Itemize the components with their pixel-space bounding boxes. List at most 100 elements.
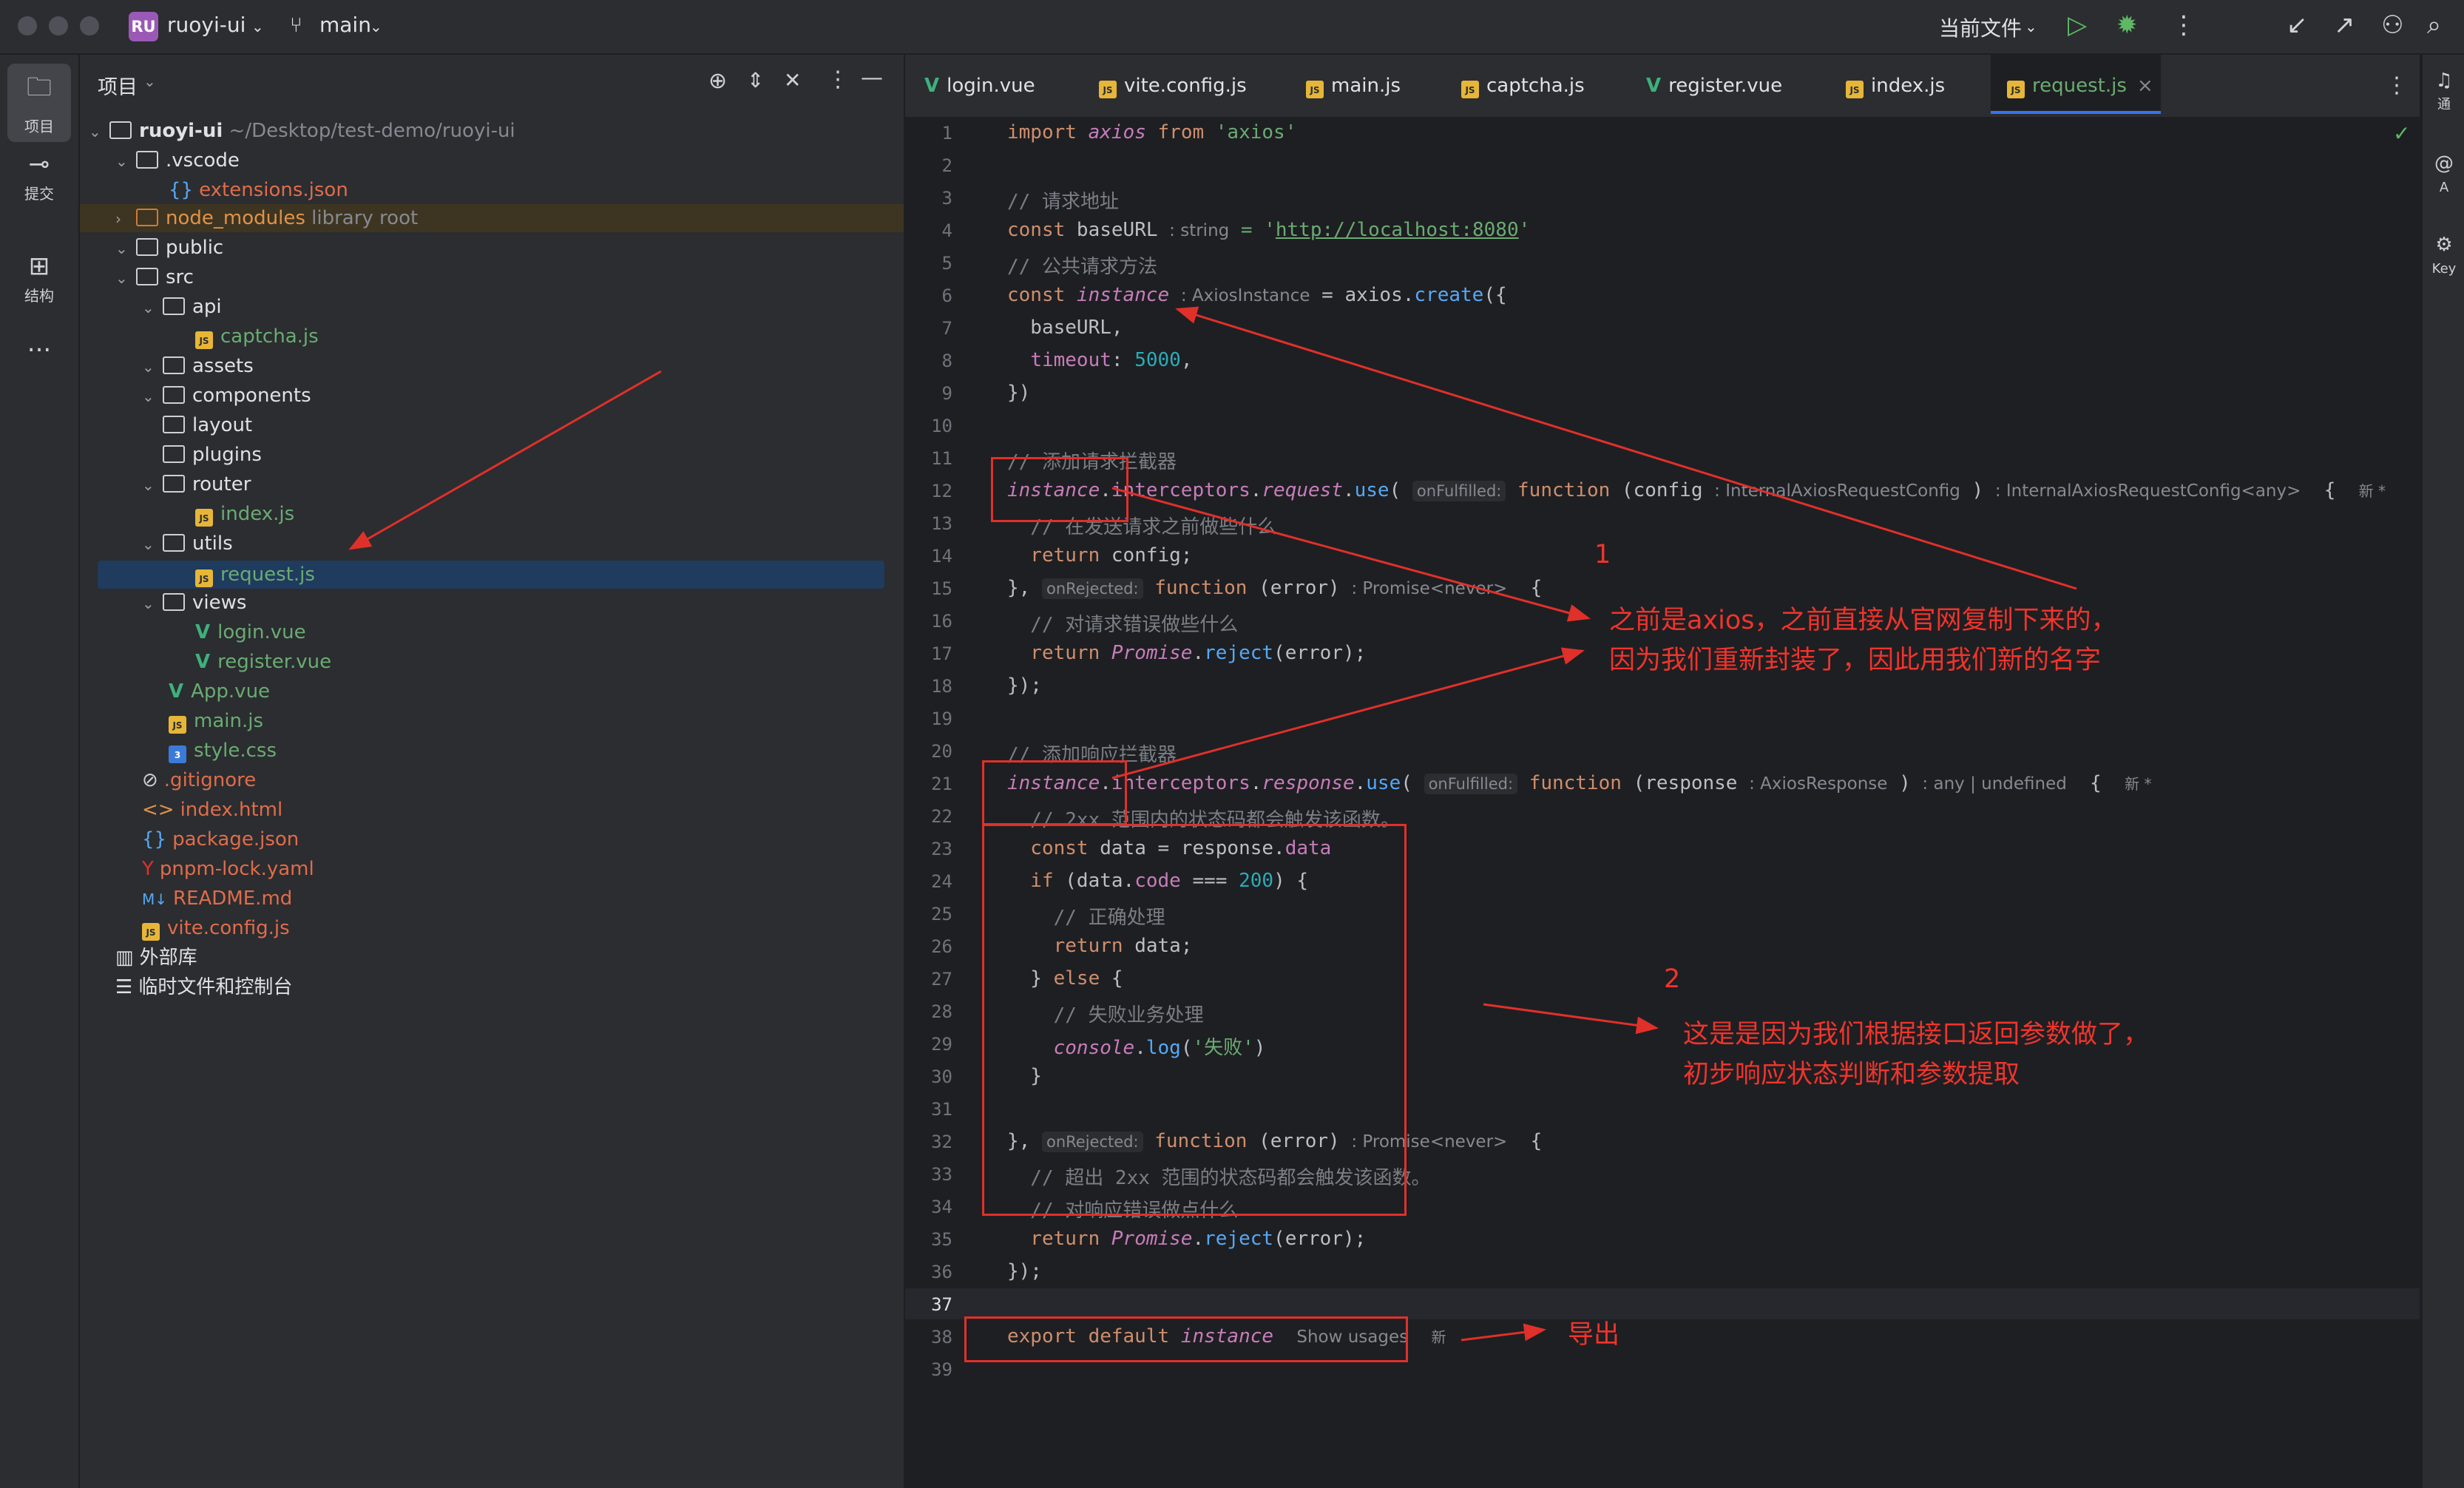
ai-assistant-tool-button[interactable]: @ A	[2423, 152, 2464, 197]
line-number: 8	[941, 351, 952, 371]
line-number: 6	[941, 285, 952, 306]
tree-item-captcha-js[interactable]: JS captcha.js	[195, 322, 319, 351]
chevron-down-icon[interactable]: ⌄	[142, 294, 163, 322]
branch-name[interactable]: main	[319, 13, 371, 37]
chevron-down-icon[interactable]: ⌄	[142, 471, 163, 499]
notifications-tool-button[interactable]: ♫ 通	[2423, 70, 2464, 114]
tab-login-vue[interactable]: Vlogin.vue	[924, 55, 1035, 117]
run-config-select[interactable]: 当前文件	[1939, 13, 2022, 42]
line-number: 20	[931, 741, 952, 762]
collapse-all-icon[interactable]: ✕	[784, 68, 801, 92]
expand-all-icon[interactable]: ⇕	[747, 68, 764, 92]
tree-item-register-vue[interactable]: Vregister.vue	[195, 648, 331, 676]
chevron-down-icon[interactable]: ⌄	[142, 353, 163, 381]
tab-vite-config-js[interactable]: JS vite.config.js	[1099, 55, 1247, 117]
line-number: 23	[931, 839, 952, 859]
line-number: 31	[931, 1099, 952, 1120]
vcs-push-icon[interactable]: ↗	[2334, 10, 2355, 40]
tree-item-package-json[interactable]: {} package.json	[142, 825, 299, 853]
chevron-down-icon[interactable]: ⌄	[2025, 18, 2037, 35]
tree-item-app-vue[interactable]: V App.vue	[169, 677, 270, 706]
window-zoom-button[interactable]	[80, 16, 99, 35]
tree-item-components[interactable]: ⌄ components	[142, 382, 311, 410]
tree-item-api[interactable]: ⌄ api	[142, 293, 222, 321]
chevron-down-icon[interactable]: ⌄	[115, 234, 136, 263]
tab-register-vue[interactable]: Vregister.vue	[1646, 55, 1782, 117]
more-vertical-icon[interactable]: ⋮	[2386, 72, 2408, 98]
line-number: 10	[931, 416, 952, 436]
commit-tool-button[interactable]: ⊸ 提交	[7, 149, 71, 203]
tree-item-plugins[interactable]: plugins	[163, 441, 262, 469]
tree-item-utils[interactable]: ⌄ utils	[142, 530, 233, 558]
vue-file-icon: V	[195, 621, 211, 643]
tree-item-vscode[interactable]: ⌄ .vscode	[115, 146, 240, 175]
tree-item-router[interactable]: ⌄ router	[142, 470, 251, 498]
tree-item-style-css[interactable]: 3 style.css	[169, 737, 277, 765]
project-badge[interactable]: RU	[129, 12, 158, 41]
close-icon[interactable]: ×	[2137, 75, 2153, 97]
tree-item-gitignore[interactable]: ⊘ .gitignore	[142, 766, 256, 794]
chevron-down-icon[interactable]: ⌄	[142, 382, 163, 410]
structure-tool-button[interactable]: ⊞ 结构	[7, 251, 71, 305]
more-vertical-icon[interactable]: ⋮	[2171, 10, 2196, 40]
key-promoter-tool-button[interactable]: ⚙ Key	[2423, 234, 2464, 278]
line-number: 22	[931, 806, 952, 827]
search-icon[interactable]: ⌕	[2427, 10, 2441, 40]
annotation-box-response-instance	[982, 760, 1127, 825]
chevron-down-icon[interactable]: ⌄	[251, 18, 264, 35]
tree-item-vite-config[interactable]: JS vite.config.js	[142, 914, 290, 942]
chevron-right-icon[interactable]: ›	[115, 205, 136, 233]
project-name[interactable]: ruoyi-ui	[167, 13, 246, 37]
tree-item-views[interactable]: ⌄ views	[142, 589, 246, 617]
project-tool-button[interactable]: 🗀 项目	[7, 64, 71, 142]
tree-item-index-html[interactable]: <> index.html	[142, 796, 282, 824]
chevron-down-icon[interactable]: ⌄	[89, 118, 109, 146]
tab-index-js[interactable]: JS index.js	[1846, 55, 1945, 117]
run-icon[interactable]: ▷	[2068, 10, 2087, 40]
chevron-down-icon[interactable]: ⌄	[143, 72, 156, 90]
chevron-down-icon[interactable]: ⌄	[115, 264, 136, 292]
tree-item-layout[interactable]: layout	[163, 411, 252, 439]
more-tools-button[interactable]: ...	[7, 328, 71, 358]
code-editor[interactable]: ✓ 1 2 3 4 5 6 7 8 9 10 11 12 13 14 15 16…	[905, 117, 2420, 1488]
tree-item-assets[interactable]: ⌄ assets	[142, 352, 254, 380]
line-number: 1	[941, 123, 952, 143]
tree-item-main-js[interactable]: JS main.js	[169, 707, 263, 735]
tree-root[interactable]: ⌄ ruoyi-ui ~/Desktop/test-demo/ruoyi-ui	[89, 117, 515, 145]
tree-item-public[interactable]: ⌄ public	[115, 234, 223, 262]
current-line-highlight	[905, 1288, 2420, 1319]
tree-item-pnpm-lock[interactable]: Ypnpm-lock.yaml	[142, 855, 314, 883]
panel-title[interactable]: 项目	[98, 71, 138, 100]
folder-icon	[163, 445, 185, 463]
chevron-down-icon[interactable]: ⌄	[142, 530, 163, 558]
tree-item-external-libs[interactable]: ▥ 外部库	[115, 944, 197, 972]
line-number: 24	[931, 871, 952, 892]
folder-icon	[163, 534, 185, 552]
chevron-down-icon[interactable]: ⌄	[115, 147, 136, 175]
minimize-panel-icon[interactable]: —	[861, 65, 883, 91]
tree-item-scratches[interactable]: ☰ 临时文件和控制台	[115, 973, 292, 1001]
tab-captcha-js[interactable]: JS captcha.js	[1461, 55, 1585, 117]
markdown-icon: M↓	[142, 890, 168, 908]
debug-icon[interactable]: ✹	[2116, 10, 2138, 40]
window-minimize-button[interactable]	[49, 16, 68, 35]
locate-icon[interactable]: ⊕	[708, 68, 727, 94]
tree-item-index-js[interactable]: JS index.js	[195, 500, 294, 528]
window-close-button[interactable]	[18, 16, 37, 35]
tab-main-js[interactable]: JS main.js	[1306, 55, 1401, 117]
vcs-update-icon[interactable]: ↙	[2287, 10, 2308, 40]
chevron-down-icon[interactable]: ⌄	[370, 18, 382, 35]
tree-item-request-js[interactable]: JS request.js	[98, 561, 884, 589]
tree-item-src[interactable]: ⌄ src	[115, 263, 194, 291]
code-line: instance.interceptors.request.use( onFul…	[1007, 479, 2386, 501]
tab-request-js[interactable]: JS request.js ×	[1991, 55, 2161, 114]
line-number: 19	[931, 709, 952, 729]
tree-item-extensions-json[interactable]: {} extensions.json	[169, 176, 348, 204]
add-user-icon[interactable]: ⚇	[2381, 10, 2403, 40]
tree-item-node-modules[interactable]: › node_modules library root	[80, 204, 904, 232]
more-vertical-icon[interactable]: ⋮	[827, 67, 849, 92]
chevron-down-icon[interactable]: ⌄	[142, 589, 163, 618]
tree-item-login-vue[interactable]: Vlogin.vue	[195, 618, 306, 646]
tree-item-readme[interactable]: M↓ README.md	[142, 885, 292, 913]
annotation-number-1: 1	[1594, 540, 1611, 569]
